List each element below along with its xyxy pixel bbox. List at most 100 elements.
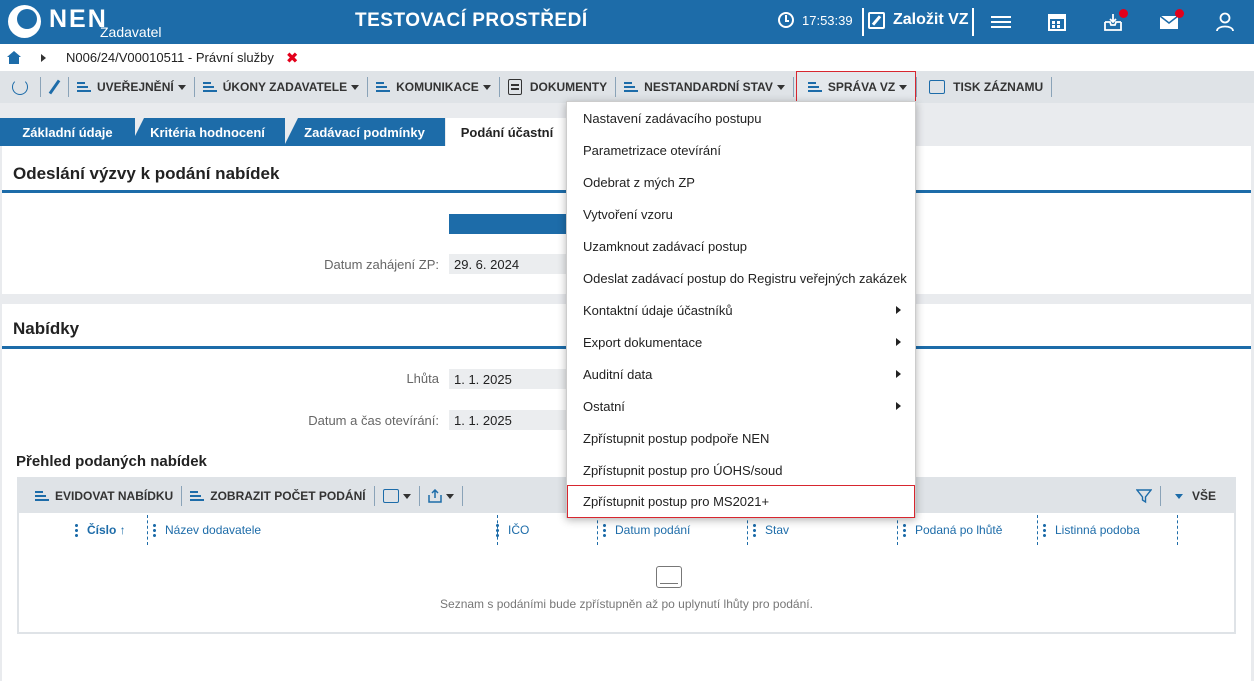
- menu-item-label: Ostatní: [583, 398, 625, 414]
- ukony-label: ÚKONY ZADAVATELE: [222, 80, 348, 94]
- menu-item-vytvoreni-vzoru[interactable]: Vytvoření vzoru: [567, 198, 915, 230]
- menu-item-label: Vytvoření vzoru: [583, 206, 673, 222]
- menu-item-odeslat-registr[interactable]: Odeslat zadávací postup do Registru veře…: [567, 262, 915, 294]
- filter-all-dropdown[interactable]: VŠE: [1161, 480, 1234, 512]
- menu-item-odebrat[interactable]: Odebrat z mých ZP: [567, 166, 915, 198]
- lhuta-value: 1. 1. 2025: [449, 369, 569, 389]
- breadcrumb: N006/24/V00010511 - Právní služby ✖: [0, 44, 1254, 71]
- tab-zakladni-udaje[interactable]: Základní údaje: [0, 118, 135, 146]
- column-menu-icon[interactable]: [496, 523, 499, 537]
- column-ico[interactable]: IČO: [496, 515, 529, 545]
- section-title: Nabídky: [13, 319, 80, 338]
- column-podana-po-lhute[interactable]: Podaná po lhůtě: [903, 515, 1002, 545]
- column-menu-icon[interactable]: [603, 523, 606, 537]
- menu-item-uzamknout[interactable]: Uzamknout zadávací postup: [567, 230, 915, 262]
- menu-item-parametrizace[interactable]: Parametrizace otevírání: [567, 134, 915, 166]
- menu-item-uohs-soud[interactable]: Zpřístupnit postup pro ÚOHS/soud: [567, 454, 915, 486]
- caret-down-icon: [1174, 493, 1183, 499]
- tab-podani-ucastniku[interactable]: Podání účastní: [446, 118, 568, 146]
- column-divider: [1037, 515, 1038, 545]
- clock-icon: [778, 12, 794, 28]
- menu-item-auditni-data[interactable]: Auditní data: [567, 358, 915, 390]
- pencil-icon: [48, 79, 61, 95]
- list-icon: [190, 490, 205, 502]
- inbox-icon[interactable]: [1103, 9, 1128, 32]
- column-divider: [747, 515, 748, 545]
- user-icon[interactable]: [1215, 12, 1235, 32]
- datum-zahajeni-label: Datum zahájení ZP:: [324, 257, 439, 272]
- menu-item-kontaktni-udaje[interactable]: Kontaktní údaje účastníků: [567, 294, 915, 326]
- column-nazev-dodavatele[interactable]: Název dodavatele: [153, 515, 261, 545]
- nen-logo[interactable]: NEN: [8, 5, 108, 38]
- header-divider: [972, 8, 974, 36]
- column-menu-icon[interactable]: [903, 523, 906, 537]
- column-cislo[interactable]: Číslo ↑: [75, 515, 126, 545]
- submenu-arrow-icon: [896, 338, 901, 346]
- breadcrumb-item[interactable]: N006/24/V00010511 - Právní služby: [66, 50, 274, 65]
- environment-title: TESTOVACÍ PROSTŘEDÍ: [355, 10, 588, 31]
- notification-badge: [1175, 9, 1184, 18]
- menu-item-label: Zpřístupnit postup pro MS2021+: [583, 494, 770, 509]
- refresh-button[interactable]: [0, 71, 40, 103]
- column-datum-podani[interactable]: Datum podání: [603, 515, 690, 545]
- menu-item-label: Nastavení zadávacího postupu: [583, 110, 762, 126]
- menu-item-export[interactable]: Export dokumentace: [567, 326, 915, 358]
- column-menu-icon[interactable]: [1043, 523, 1046, 537]
- menu-item-label: Odeslat zadávací postup do Registru veře…: [583, 270, 907, 286]
- nestandardni-stav-menu[interactable]: NESTANDARDNÍ STAV: [616, 71, 793, 103]
- home-icon[interactable]: [7, 51, 21, 64]
- calendar-icon[interactable]: [1047, 12, 1067, 32]
- caret-down-icon: [482, 84, 491, 90]
- komunikace-menu[interactable]: KOMUNIKACE: [368, 71, 499, 103]
- list-icon: [807, 81, 822, 93]
- column-stav[interactable]: Stav: [753, 515, 789, 545]
- section-title: Odeslání výzvy k podání nabídek: [13, 164, 280, 183]
- menu-item-label: Uzamknout zadávací postup: [583, 238, 748, 254]
- zobrazit-pocet-button[interactable]: ZOBRAZIT POČET PODÁNÍ: [182, 480, 373, 512]
- menu-item-label: Zpřístupnit postup podpoře NEN: [583, 430, 770, 446]
- refresh-icon: [12, 79, 28, 95]
- create-vz-button[interactable]: Založit VZ: [868, 11, 969, 29]
- print-menu[interactable]: [375, 480, 419, 512]
- evidovat-nabidku-button[interactable]: EVIDOVAT NABÍDKU: [19, 480, 181, 512]
- column-menu-icon[interactable]: [75, 523, 78, 537]
- column-listinna-podoba[interactable]: Listinná podoba: [1043, 515, 1140, 545]
- caret-down-icon: [899, 84, 908, 90]
- menu-item-ms2021[interactable]: Zpřístupnit postup pro MS2021+: [567, 485, 915, 518]
- sprava-vz-label: SPRÁVA VZ: [827, 80, 896, 94]
- column-divider: [147, 515, 148, 545]
- column-menu-icon[interactable]: [753, 523, 756, 537]
- sprava-vz-dropdown: Nastavení zadávacího postupu Parametriza…: [566, 101, 916, 518]
- edit-button[interactable]: [41, 71, 68, 103]
- submenu-arrow-icon: [896, 402, 901, 410]
- column-menu-icon[interactable]: [153, 523, 156, 537]
- tab-kriteria-hodnoceni[interactable]: Kritéria hodnocení: [130, 118, 285, 146]
- menu-item-nastaveni[interactable]: Nastavení zadávacího postupu: [567, 102, 915, 134]
- export-menu[interactable]: [420, 480, 462, 512]
- column-label: IČO: [508, 523, 530, 537]
- dokumenty-button[interactable]: DOKUMENTY: [500, 71, 615, 103]
- tab-zadavaci-podminky[interactable]: Zadávací podmínky: [284, 118, 445, 146]
- column-label: Název dodavatele: [165, 523, 262, 537]
- menu-item-ostatni[interactable]: Ostatní: [567, 390, 915, 422]
- close-icon[interactable]: ✖: [286, 49, 299, 67]
- komunikace-label: KOMUNIKACE: [396, 80, 479, 94]
- filter-button[interactable]: [1128, 480, 1160, 512]
- datum-zahajeni-value: 29. 6. 2024: [449, 254, 569, 274]
- top-header: NEN Zadavatel TESTOVACÍ PROSTŘEDÍ 17:53:…: [0, 0, 1254, 44]
- dokumenty-label: DOKUMENTY: [529, 80, 608, 94]
- tisk-zaznamu-button[interactable]: TISK ZÁZNAMU: [917, 71, 1051, 103]
- menu-item-podpora-nen[interactable]: Zpřístupnit postup podpoře NEN: [567, 422, 915, 454]
- tisk-label: TISK ZÁZNAMU: [953, 80, 1044, 94]
- column-label: Podaná po lhůtě: [915, 523, 1003, 537]
- ukony-zadavatele-menu[interactable]: ÚKONY ZADAVATELE: [195, 71, 367, 103]
- progress-bar: [449, 214, 569, 234]
- uverejneni-menu[interactable]: UVEŘEJNĚNÍ: [69, 71, 194, 103]
- mail-icon[interactable]: [1159, 9, 1184, 32]
- edit-icon: [868, 11, 885, 29]
- logo-text: NEN: [49, 5, 108, 33]
- session-clock: 17:53:39: [778, 12, 853, 28]
- main-toolbar: UVEŘEJNĚNÍ ÚKONY ZADAVATELE KOMUNIKACE D…: [0, 71, 1254, 103]
- sprava-vz-menu[interactable]: SPRÁVA VZ: [795, 71, 917, 103]
- menu-icon[interactable]: [991, 13, 1011, 33]
